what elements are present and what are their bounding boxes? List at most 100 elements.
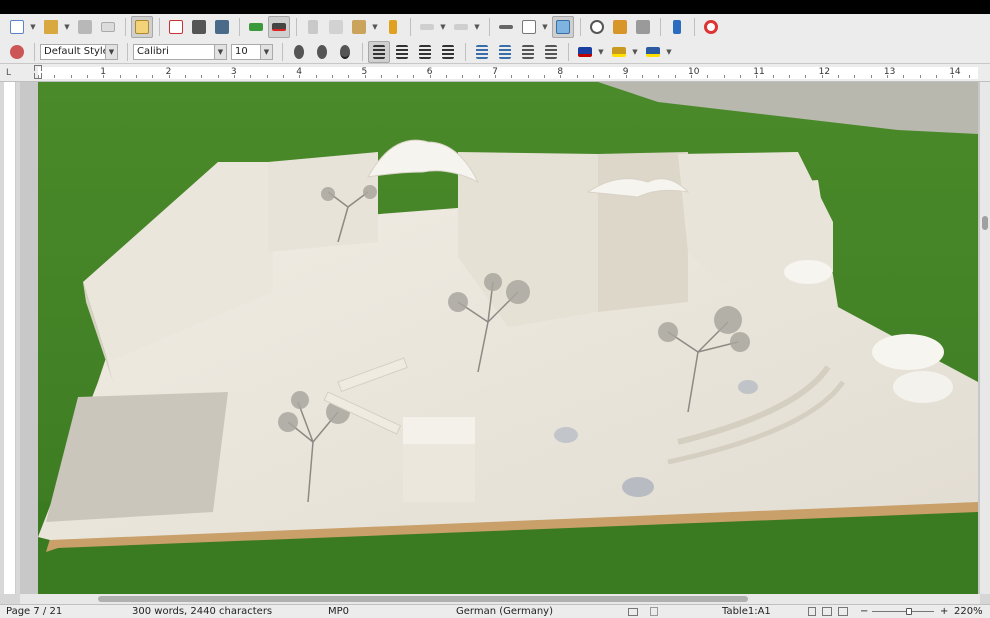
page-indicator[interactable]: Page 7 / 21 [6,606,62,617]
open-icon[interactable] [40,16,62,38]
tab-stop-icon[interactable]: L [6,68,11,78]
navigator-icon[interactable] [586,16,608,38]
ruler-tick [217,75,219,78]
decrease-indent-icon[interactable] [540,41,562,63]
align-left-icon[interactable] [368,40,390,63]
ruler-tick [903,75,905,78]
undo-dropdown-icon[interactable]: ▼ [439,23,447,31]
font-size-select[interactable]: 10 ▼ [231,43,273,60]
chevron-down-icon[interactable]: ▼ [105,44,117,59]
ruler-number: 13 [883,67,896,77]
vertical-scrollbar[interactable] [980,82,990,594]
bullet-list-icon[interactable] [494,41,516,63]
print-preview-icon[interactable] [211,16,233,38]
ruler-tick [380,75,382,78]
underline-icon[interactable] [334,41,356,63]
hyperlink-icon[interactable] [495,16,517,38]
copy-icon[interactable] [325,16,347,38]
clone-formatting-icon[interactable] [382,16,404,38]
ruler-tick [233,75,235,78]
save-icon[interactable] [74,16,96,38]
multi-page-view-icon[interactable] [822,607,832,616]
italic-icon[interactable] [311,41,333,63]
cut-icon[interactable] [302,16,324,38]
horizontal-scrollbar[interactable] [20,594,980,604]
book-view-icon[interactable] [838,607,848,616]
new-document-icon[interactable] [6,16,28,38]
image-icon[interactable] [552,16,574,38]
single-page-view-icon[interactable] [808,607,816,616]
toolbar-separator [362,42,363,61]
table-cell-indicator[interactable]: Table1:A1 [722,606,771,617]
email-icon[interactable] [97,16,119,38]
font-name-select[interactable]: Calibri ▼ [133,43,227,60]
zoom-level[interactable]: 220% [954,606,983,617]
ruler-tick [544,75,546,78]
chevron-down-icon[interactable]: ▼ [260,44,272,59]
background-color-dropdown-icon[interactable]: ▼ [665,48,673,56]
status-bar: Page 7 / 21 300 words, 2440 characters M… [0,604,990,618]
increase-indent-icon[interactable] [517,41,539,63]
print-icon[interactable] [188,16,210,38]
ruler-tick [968,75,970,78]
zoom-out-button[interactable]: − [860,606,868,617]
font-color-icon[interactable] [574,41,596,63]
ruler-tick [593,75,595,78]
highlight-color-icon[interactable] [608,41,630,63]
chevron-down-icon[interactable]: ▼ [214,44,226,59]
gallery-icon[interactable] [609,16,631,38]
horizontal-ruler[interactable]: L 1 2 3 4 5 6 7 8 9 10 11 12 13 14 [0,64,990,82]
data-sources-icon[interactable] [632,16,654,38]
paste-icon[interactable] [348,16,370,38]
ruler-tick [135,75,137,78]
ruler-tick [348,75,350,78]
vertical-ruler[interactable] [0,82,20,594]
ruler-tick [38,75,39,78]
undo-icon[interactable] [416,16,438,38]
new-dropdown-icon[interactable]: ▼ [29,23,37,31]
paragraph-style-select[interactable]: Default Style ▼ [40,43,118,60]
table-dropdown-icon[interactable]: ▼ [541,23,549,31]
page-style[interactable]: MP0 [328,606,349,617]
font-color-dropdown-icon[interactable]: ▼ [597,48,605,56]
highlight-dropdown-icon[interactable]: ▼ [631,48,639,56]
numbered-list-icon[interactable] [471,41,493,63]
document-image[interactable] [38,82,978,594]
language-indicator[interactable]: German (Germany) [456,606,553,617]
toolbar-separator [660,18,661,36]
help-icon[interactable] [700,16,722,38]
export-pdf-icon[interactable] [165,16,187,38]
zoom-slider-track[interactable] [872,611,934,612]
ruler-tick [919,75,921,78]
ruler-tick [478,75,480,78]
zoom-slider-knob[interactable] [906,608,912,615]
word-count[interactable]: 300 words, 2440 characters [132,606,272,617]
spellcheck-icon[interactable] [245,16,267,38]
align-right-icon[interactable] [414,41,436,63]
vertical-scrollbar-thumb[interactable] [982,216,988,230]
ruler-number: 14 [949,67,961,77]
ruler-tick [756,75,758,78]
background-color-icon[interactable] [642,41,664,63]
ruler-tick [560,75,562,78]
horizontal-scrollbar-thumb[interactable] [98,596,748,602]
justify-icon[interactable] [437,41,459,63]
indent-marker-icon[interactable] [34,65,42,71]
formatting-marks-icon[interactable] [666,16,688,38]
font-size-value: 10 [235,46,248,57]
paste-dropdown-icon[interactable]: ▼ [371,23,379,31]
open-dropdown-icon[interactable]: ▼ [63,23,71,31]
redo-dropdown-icon[interactable]: ▼ [473,23,481,31]
autospell-icon[interactable] [268,16,290,38]
redo-icon[interactable] [450,16,472,38]
table-icon[interactable] [518,16,540,38]
toolbar-separator [410,18,411,36]
document-modified-icon[interactable] [650,607,658,616]
align-center-icon[interactable] [391,41,413,63]
styles-icon[interactable] [6,41,28,63]
edit-mode-icon[interactable] [131,16,153,38]
bold-icon[interactable] [288,41,310,63]
zoom-in-button[interactable]: + [940,606,948,617]
ruler-tick [739,75,741,78]
insert-mode-icon[interactable] [628,608,638,616]
